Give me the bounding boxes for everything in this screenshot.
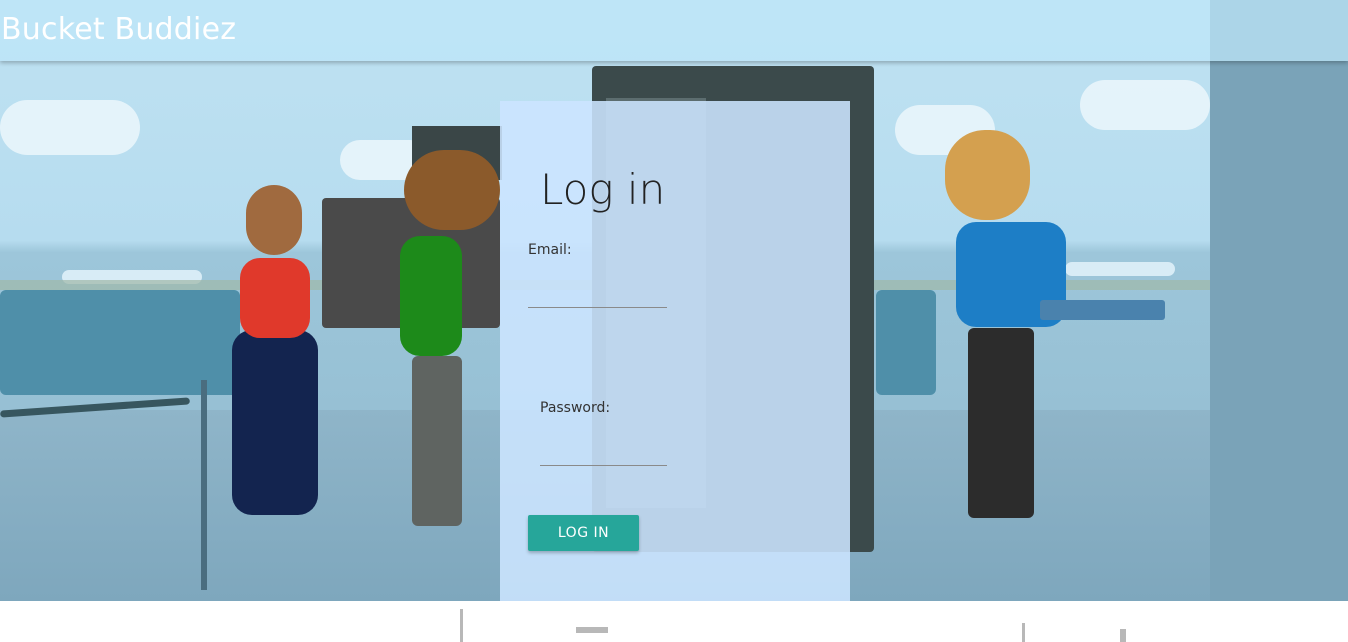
- password-label: Password:: [540, 400, 611, 416]
- seating-row: [876, 290, 936, 395]
- character-father-head: [404, 150, 500, 230]
- wall-panel: [1210, 0, 1348, 601]
- character-officer-pants: [968, 328, 1034, 518]
- app-title[interactable]: Bucket Buddiez: [1, 12, 236, 47]
- character-father-vest: [400, 236, 462, 356]
- character-father-pants: [412, 356, 462, 526]
- skyline-spire: [1022, 623, 1025, 642]
- cloud-shape: [0, 100, 140, 155]
- skyline-spire: [1120, 629, 1126, 642]
- login-panel: Log in Email: Password: LOG IN: [500, 101, 850, 601]
- app-bar: Bucket Buddiez: [0, 0, 1348, 61]
- airplane-shape: [1065, 262, 1175, 276]
- character-mother-head: [246, 185, 302, 255]
- email-field[interactable]: [528, 275, 667, 308]
- skyline-spire: [460, 609, 463, 642]
- skyline-building: [576, 627, 608, 633]
- email-label: Email:: [528, 242, 572, 258]
- login-heading: Log in: [540, 165, 666, 214]
- queue-post: [201, 380, 207, 590]
- inspection-table: [1040, 300, 1165, 320]
- cloud-shape: [1080, 80, 1210, 130]
- login-button[interactable]: LOG IN: [528, 515, 639, 551]
- footer-strip: [0, 601, 1348, 642]
- character-mother-shirt: [240, 258, 310, 338]
- character-mother: [232, 330, 318, 515]
- character-officer-head: [945, 130, 1030, 220]
- password-field[interactable]: [540, 433, 667, 466]
